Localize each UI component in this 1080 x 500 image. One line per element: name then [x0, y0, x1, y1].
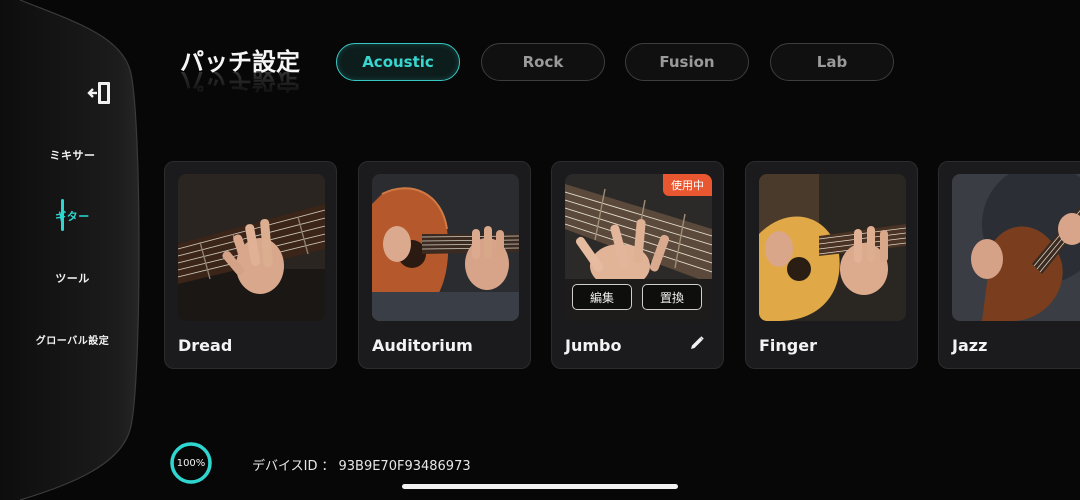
progress-label: 100% [176, 457, 206, 469]
sidebar-background [0, 0, 140, 500]
patch-image-jazz [952, 174, 1080, 321]
tab-rock[interactable]: Rock [481, 43, 605, 81]
patch-image-finger [759, 174, 906, 321]
device-id-separator: ： [321, 459, 335, 474]
sidebar-item-global-settings[interactable]: グローバル設定 [0, 332, 145, 347]
patch-card-dread[interactable]: Dread [164, 161, 337, 369]
patch-card-jazz[interactable]: Jazz [938, 161, 1080, 369]
patch-card-finger[interactable]: Finger [745, 161, 918, 369]
replace-button[interactable]: 置換 [642, 284, 702, 310]
patch-name: Jazz [952, 336, 988, 355]
patch-card-auditorium[interactable]: Auditorium [358, 161, 531, 369]
pencil-icon[interactable] [689, 335, 705, 351]
tab-acoustic[interactable]: Acoustic [336, 43, 460, 81]
patch-image-dread [178, 174, 325, 321]
device-id-value: 93B9E70F93486973 [338, 459, 471, 474]
patch-image-jumbo: 使用中 編集 置換 [565, 174, 712, 321]
edit-button[interactable]: 編集 [572, 284, 632, 310]
sidebar-item-tools[interactable]: ツール [0, 270, 145, 286]
device-id-label: デバイスID [252, 459, 318, 474]
patch-name: Dread [178, 336, 233, 355]
sidebar-item-mixer[interactable]: ミキサー [0, 147, 145, 163]
in-use-badge: 使用中 [663, 174, 712, 196]
patch-name: Jumbo [565, 336, 622, 355]
sidebar-item-guitar[interactable]: ギター [0, 208, 145, 224]
tab-lab[interactable]: Lab [770, 43, 894, 81]
exit-door-icon[interactable] [86, 78, 116, 108]
patch-name: Finger [759, 336, 817, 355]
tab-fusion[interactable]: Fusion [625, 43, 749, 81]
patch-image-auditorium [372, 174, 519, 321]
home-indicator[interactable] [402, 484, 678, 489]
patch-card-jumbo[interactable]: 使用中 編集 置換 Jumbo [551, 161, 724, 369]
patch-name: Auditorium [372, 336, 473, 355]
page-title-reflection: パッチ設定 [180, 72, 300, 94]
device-id: デバイスID： 93B9E70F93486973 [252, 455, 471, 474]
sidebar: ミキサー ギター ツール グローバル設定 [0, 0, 145, 500]
